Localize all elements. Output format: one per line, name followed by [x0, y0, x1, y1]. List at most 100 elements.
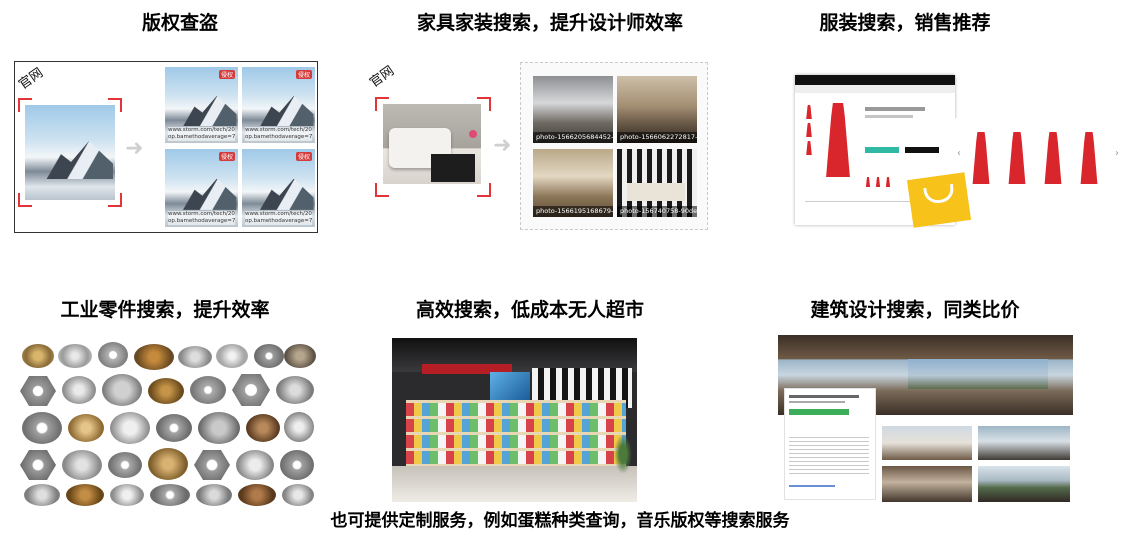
thumb-label: www.storm.com/tech/2072: [168, 127, 235, 134]
listing-card: [784, 388, 876, 500]
recommended-dress: [1080, 132, 1098, 184]
recommended-dress: [972, 132, 990, 184]
dress-main-image: [826, 103, 850, 177]
window-view: [908, 359, 1048, 389]
result-thumbnail: 侵权 www.storm.com/tech/2072 op.bamethodav…: [165, 67, 238, 143]
washer-part: [22, 344, 54, 368]
washer-part: [284, 344, 316, 368]
washer-part: [282, 484, 314, 506]
listing-link: [789, 485, 835, 487]
corner-mark: [108, 98, 122, 112]
thumb-label: op.bamethodaverage=75: [168, 134, 235, 141]
title-retail: 高效搜索，低成本无人超市: [415, 299, 644, 321]
washer-part: [68, 414, 104, 442]
architecture-thumb: [978, 466, 1070, 502]
architecture-thumb: [882, 426, 972, 460]
washer-part: [110, 484, 144, 506]
parts-image: [18, 340, 316, 508]
add-to-cart-block: [865, 147, 899, 153]
corner-mark: [108, 193, 122, 207]
flower-shape: [469, 130, 477, 138]
thumb-label: www.storm.com/tech/2072: [245, 211, 312, 218]
result-room: photo-156740758-90de0...: [617, 149, 697, 217]
result-filename: photo-1566195168679-09...: [533, 206, 613, 217]
query-image-sofa: [383, 104, 481, 184]
thumb-label: op.bamethodaverage=75: [245, 134, 312, 141]
architecture-thumb: [882, 466, 972, 502]
official-tag: 官网: [367, 63, 398, 91]
corner-mark: [375, 183, 389, 197]
washer-part: [178, 346, 212, 368]
thumb-label: www.storm.com/tech/2072: [245, 127, 312, 134]
washer-part: [108, 452, 142, 478]
washer-part: [198, 412, 240, 444]
result-room: photo-1566205684452-02...: [533, 76, 613, 143]
washer-part: [280, 450, 314, 480]
infringement-badge: 侵权: [295, 152, 312, 161]
washer-part: [102, 374, 142, 406]
product-info-block: [865, 107, 925, 111]
chevron-right-icon: ›: [1115, 148, 1119, 159]
washer-part: [134, 344, 174, 370]
washer-part: [246, 414, 280, 442]
recommended-dress: [1008, 132, 1026, 184]
washer-part: [150, 484, 190, 506]
title-fashion: 服装搜索，销售推荐: [819, 12, 991, 34]
query-image: [25, 105, 115, 200]
washer-part: [66, 484, 104, 506]
store-image: [392, 338, 637, 502]
washer-part: [190, 376, 226, 404]
washer-part: [22, 412, 62, 444]
store-floor: [392, 466, 637, 502]
furniture-results-panel: photo-1566205684452-02... photo-15660622…: [520, 62, 708, 230]
listing-text: [789, 437, 869, 477]
sofa-shape: [627, 183, 685, 201]
infringement-badge: 侵权: [218, 70, 235, 79]
washer-part: [148, 448, 188, 480]
shop-header-bar: [795, 75, 955, 85]
bag-handle: [923, 183, 956, 205]
title-parts: 工业零件搜索，提升效率: [60, 299, 270, 321]
dress-thumb: [875, 177, 881, 187]
table-shape: [431, 154, 475, 182]
dress-thumb: [806, 105, 812, 119]
washer-part: [236, 450, 274, 480]
chevron-left-icon: ‹: [957, 148, 961, 159]
hex-nut-part: [20, 450, 56, 480]
corner-mark: [477, 183, 491, 197]
washer-part: [284, 412, 314, 442]
dress-thumb: [806, 123, 812, 137]
title-architecture: 建筑设计搜索，同类比价: [810, 299, 1020, 321]
thumb-label: op.bamethodaverage=75: [245, 218, 312, 225]
washer-part: [276, 376, 314, 404]
result-room: photo-1566062272817-79...: [617, 76, 697, 143]
store-screen: [490, 372, 530, 400]
recommendation-strip: ‹ ›: [955, 118, 1125, 198]
listing-button: [789, 409, 849, 415]
recommended-dress: [1044, 132, 1062, 184]
washer-part: [156, 414, 192, 442]
infringement-badge: 侵权: [295, 70, 312, 79]
buy-block: [905, 147, 939, 153]
result-filename: photo-1566205684452-02...: [533, 132, 613, 143]
washer-part: [98, 342, 128, 368]
result-thumbnail: 侵权 www.storm.com/tech/2072 op.bamethodav…: [242, 67, 315, 143]
shopping-bag-icon: [906, 172, 972, 228]
thumb-label: www.storm.com/tech/2072: [168, 211, 235, 218]
title-furniture: 家具家装搜索，提升设计师效率: [416, 12, 683, 34]
washer-part: [58, 344, 92, 368]
corner-mark: [18, 98, 32, 112]
washer-part: [254, 344, 284, 368]
thumb-label: op.bamethodaverage=75: [168, 218, 235, 225]
washer-part: [148, 378, 184, 404]
shop-nav-bar: [795, 85, 955, 93]
listing-title-line: [789, 401, 845, 403]
dress-thumb: [806, 141, 812, 155]
listing-title-line: [789, 395, 859, 398]
washer-part: [238, 484, 276, 506]
washer-part: [62, 450, 102, 480]
result-thumbnail: 侵权 www.storm.com/tech/2072 op.bamethodav…: [165, 149, 238, 227]
washer-part: [24, 484, 60, 506]
product-info-block: [865, 115, 913, 118]
washer-part: [196, 484, 232, 506]
